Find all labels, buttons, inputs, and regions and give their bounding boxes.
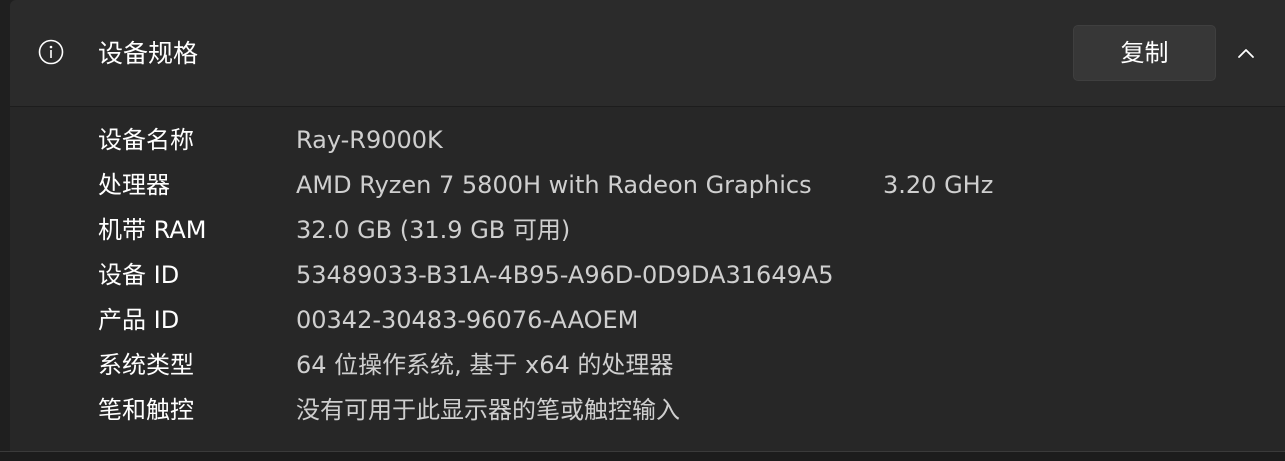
spec-label: 设备 ID (98, 261, 180, 289)
spec-value: AMD Ryzen 7 5800H with Radeon Graphics (296, 171, 812, 199)
info-icon (38, 39, 64, 65)
spec-value: 00342-30483-96076-AAOEM (296, 306, 639, 334)
spec-value: Ray-R9000K (296, 126, 443, 154)
chevron-up-icon[interactable] (1233, 40, 1259, 66)
spec-processor-speed: 3.20 GHz (883, 171, 994, 199)
spec-value: 53489033-B31A-4B95-A96D-0D9DA31649A5 (296, 261, 834, 289)
spec-label: 处理器 (98, 171, 170, 199)
spec-label: 设备名称 (98, 126, 194, 154)
spec-label: 系统类型 (98, 351, 194, 379)
page-title: 设备规格 (98, 39, 199, 68)
spec-label: 机带 RAM (98, 216, 207, 244)
spec-value: 64 位操作系统, 基于 x64 的处理器 (296, 351, 674, 379)
device-specs-header[interactable]: 设备规格 复制 (10, 0, 1285, 106)
spec-label: 笔和触控 (98, 396, 194, 424)
spec-value: 32.0 GB (31.9 GB 可用) (296, 216, 571, 244)
device-specs-card: 设备规格 复制 设备名称 Ray-R9000K 处理器 AMD Ryzen 7 … (10, 0, 1285, 452)
copy-button[interactable]: 复制 (1073, 25, 1216, 81)
spec-value: 没有可用于此显示器的笔或触控输入 (296, 396, 680, 424)
spec-label: 产品 ID (98, 306, 180, 334)
